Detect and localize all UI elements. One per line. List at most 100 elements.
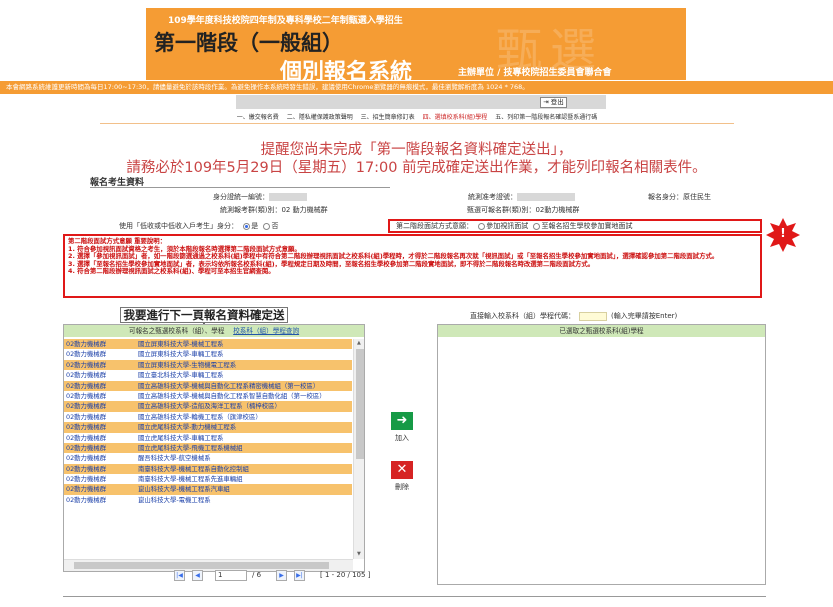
direct-code-input-row: 直接輸入校系科（組）學程代碼： (輸入完畢請按Enter) [470, 311, 677, 321]
header-organizer: 主辦單位 / 技專校院招生委員會聯合會 [458, 68, 612, 78]
menu-item-print[interactable]: 五、列印第一階段報名確認暨系通行碼 [495, 114, 597, 121]
section-title: 報名考生資料 [90, 175, 390, 188]
row-dept: 國立屏東科技大學-機械工程系 [138, 340, 224, 348]
row-dept: 國立高雄科技大學-機械與自動化工程系精密機械組（第一校區） [138, 381, 320, 390]
row-dept: 國立高雄科技大學-造船及海洋工程系（楠梓校區） [138, 402, 281, 411]
vertical-scrollbar[interactable]: ▲ ▼ [353, 339, 364, 559]
scroll-thumb[interactable] [356, 349, 364, 459]
exam-id-value [517, 193, 575, 201]
row-group: 02動力機械群 [66, 485, 107, 494]
list-item[interactable]: 02動力機械群 崑山科技大學-電機工程系 [64, 494, 352, 506]
identity-value: 原住民生 [683, 193, 711, 201]
maintenance-notice: 本會網路系統維護更新時間為每日17:00~17:30，請儘量避免於該時段作業。為… [0, 81, 833, 94]
method-onsite-radio[interactable] [533, 222, 541, 230]
lowincome-no-radio[interactable] [263, 222, 271, 230]
list-item[interactable]: 02動力機械群 國立虎尾科技大學-飛機工程系機械組 [64, 442, 352, 454]
row-group: 02動力機械群 [66, 475, 107, 484]
list-item[interactable]: 02動力機械群 國立臺北科技大學-車輛工程系 [64, 370, 352, 381]
row-group: 02動力機械群 [66, 412, 107, 421]
row-dept: 國立屏東科技大學-生物機電工程系 [138, 360, 237, 369]
next-step-title[interactable]: 我要進行下一頁報名資料確定送出 [120, 307, 288, 336]
page-number-input[interactable]: 1 [215, 570, 247, 581]
available-dept-list: 可報名之甄選校系科（組）、學程 校系科（組）學程查詢 02動力機械群 國立屏東科技… [63, 324, 365, 572]
row-dept: 國立虎尾科技大學-動力機械工程系 [138, 423, 237, 432]
lowincome-yes-radio[interactable] [243, 222, 251, 230]
logout-icon: ⇥ [543, 98, 549, 106]
scroll-down-icon[interactable]: ▼ [357, 551, 361, 557]
dept-code-input[interactable] [579, 311, 607, 321]
apply-group-field: 甄選可報名群(類)別：02動力機械群 [467, 205, 579, 215]
row-group: 02動力機械群 [66, 454, 107, 463]
scroll-up-icon[interactable]: ▲ [357, 340, 361, 346]
row-dept: 南臺科技大學-機械工程系自動化控制組 [138, 464, 249, 473]
menu-item-privacy[interactable]: 二、隱私權保護政策聲明 [287, 114, 353, 121]
row-group: 02動力機械群 [66, 391, 107, 400]
footer-divider [63, 596, 766, 597]
method-video-label: 參加視訊面試 [486, 222, 529, 230]
dept-search-link[interactable]: 校系科（組）學程查詢 [233, 327, 299, 335]
row-dept: 崑山科技大學-機械工程系汽車組 [138, 485, 230, 494]
list-item[interactable]: 02動力機械群 南臺科技大學-機械工程系自動化控制組 [64, 463, 352, 475]
hscroll-thumb[interactable] [74, 562, 329, 569]
list-item[interactable]: 02動力機械群 國立虎尾科技大學-動力機械工程系 [64, 422, 352, 433]
row-group: 02動力機械群 [66, 433, 107, 442]
available-list-title: 可報名之甄選校系科（組）、學程 [128, 327, 225, 335]
logout-button[interactable]: ⇥ 登出 [540, 97, 567, 108]
list-item[interactable]: 02動力機械群 國立虎尾科技大學-車輛工程系 [64, 432, 352, 443]
menu-item-fee[interactable]: 一、繳交報名費 [237, 114, 279, 121]
list-item[interactable]: 02動力機械群 國立高雄科技大學-造船及海洋工程系（楠梓校區） [64, 401, 352, 412]
group-value: 02 動力機械群 [281, 206, 328, 214]
pagination: |◀ ◀ 1 / 6 ▶ ▶| [ 1 - 20 / 105 ] [160, 570, 370, 582]
list-item[interactable]: 02動力機械群 國立高雄科技大學-輪機工程系（旗津校區） [64, 411, 352, 423]
interview-description: 第二階段面試方式意願 重要說明： 1. 符合參加視訊面試資格之考生，須於本階段報… [63, 234, 762, 298]
row-group: 02動力機械群 [66, 423, 107, 432]
header-stage-title: 第一階段（一般組） [154, 31, 343, 55]
arrow-right-icon: ➜ [391, 412, 413, 430]
list-item[interactable]: 02動力機械群 國立高雄科技大學-機械與自動化工程系精密機械組（第一校區） [64, 380, 352, 391]
menu-item-revision[interactable]: 三、招生簡章修訂表 [361, 114, 415, 121]
site-header: 甄選 109學年度科技校院四年制及專科學校二年制甄選入學招生 第一階段（一般組）… [146, 8, 686, 80]
row-group: 02動力機械群 [66, 443, 107, 452]
reminder-line-2: 請務必於109年5月29日（星期五）17:00 前完成確定送出作業，才能列印報名… [126, 160, 707, 176]
list-item[interactable]: 02動力機械群 崑山科技大學-機械工程系汽車組 [64, 484, 352, 495]
delete-label: 刪除 [395, 483, 409, 491]
header-system-title: 個別報名系統 [280, 60, 413, 80]
prev-page-icon[interactable]: ◀ [192, 570, 203, 581]
row-dept: 國立高雄科技大學-輪機工程系（旗津校區） [138, 412, 262, 421]
row-group: 02動力機械群 [66, 360, 107, 369]
description-item-4: 4. 符合第二階段辦理視訊面試之校系科(組)、學程可至本招生官網查閱。 [68, 267, 275, 276]
row-dept: 國立屏東科技大學-車輛工程系 [138, 350, 224, 359]
menu-item-select-dept[interactable]: 四、選填校系科(組)學程 [423, 114, 488, 121]
row-dept: 國立高雄科技大學-機械與自動化工程系智慧自動化組（第一校區） [138, 391, 326, 400]
identity-label: 報名身分： [648, 193, 683, 201]
lowincome-yes-label: 是 [251, 222, 259, 230]
row-group: 02動力機械群 [66, 495, 107, 504]
row-group: 02動力機械群 [66, 381, 107, 390]
method-onsite-label: 至報名招生學校參加實地面試 [541, 222, 633, 230]
delete-button[interactable]: ✕ 刪除 [388, 461, 416, 499]
row-group: 02動力機械群 [66, 350, 107, 359]
list-item[interactable]: 02動力機械群 醒吾科技大學-航空機械系 [64, 453, 352, 464]
first-page-icon[interactable]: |◀ [174, 570, 185, 581]
add-label: 加入 [395, 434, 409, 442]
apply-group-label: 甄選可報名群(類)別： [467, 206, 536, 214]
row-dept: 醒吾科技大學-航空機械系 [138, 454, 211, 463]
list-item[interactable]: 02動力機械群 國立高雄科技大學-機械與自動化工程系智慧自動化組（第一校區） [64, 390, 352, 402]
list-item[interactable]: 02動力機械群 國立屏東科技大學-車輛工程系 [64, 349, 352, 360]
identity-field: 報名身分：原住民生 [648, 192, 711, 202]
lowincome-no-label: 否 [271, 222, 279, 230]
list-item[interactable]: 02動力機械群 國立屏東科技大學-機械工程系 [64, 339, 352, 350]
row-dept: 國立虎尾科技大學-飛機工程系機械組 [138, 443, 243, 452]
interview-method-box: 第二階段面試方式意願： 參加視訊面試 至報名招生學校參加實地面試 [388, 219, 762, 233]
id-value [269, 193, 307, 201]
id-field: 身分證統一編號： [213, 192, 307, 202]
close-icon: ✕ [391, 461, 413, 479]
last-page-icon[interactable]: ▶| [294, 570, 305, 581]
list-item[interactable]: 02動力機械群 南臺科技大學-機械工程系先進車輛組 [64, 474, 352, 485]
add-button[interactable]: ➜ 加入 [388, 412, 416, 450]
id-label: 身分證統一編號： [213, 193, 269, 201]
next-page-icon[interactable]: ▶ [276, 570, 287, 581]
method-video-radio[interactable] [478, 222, 486, 230]
list-item[interactable]: 02動力機械群 國立屏東科技大學-生物機電工程系 [64, 359, 352, 371]
row-group: 02動力機械群 [66, 402, 107, 411]
